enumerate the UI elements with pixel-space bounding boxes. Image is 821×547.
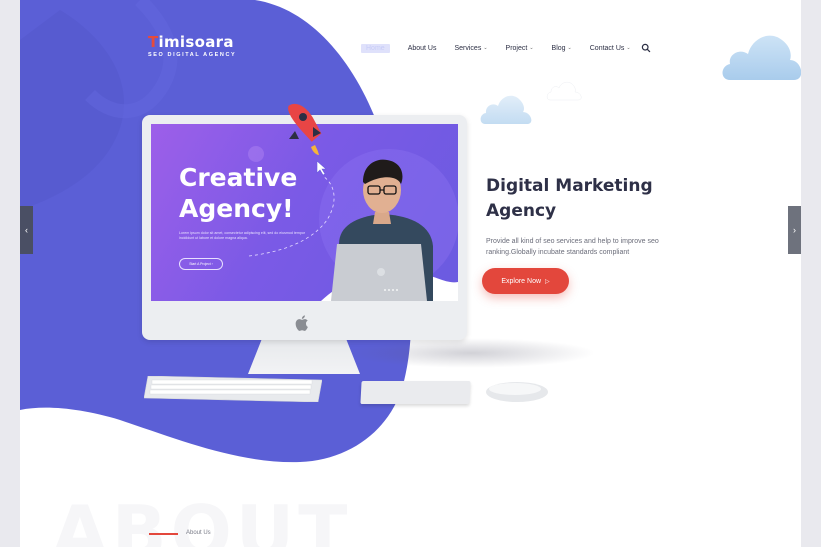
nav-label-contact: Contact Us: [589, 44, 625, 52]
explore-now-button[interactable]: Explore Now ▷: [482, 268, 569, 294]
trackpad: [360, 381, 471, 404]
nav-label-about: About Us: [407, 44, 437, 52]
nav-item-home[interactable]: Home: [361, 43, 390, 53]
apple-logo-icon: [295, 315, 308, 331]
screen-start-label: Start A Project: [189, 262, 211, 266]
screen-title-line: Creative: [179, 163, 298, 192]
cloud-decoration: [546, 81, 582, 101]
main-nav: Home About Us Services ⌄ Project ⌄ Blog ⌄ C…: [361, 43, 651, 53]
nav-item-blog[interactable]: Blog ⌄: [552, 45, 572, 52]
screen-start-button: Start A Project ›: [179, 258, 223, 270]
cloud-decoration: [722, 35, 801, 80]
chevron-left-icon: ‹: [25, 225, 28, 235]
chevron-down-icon: ⌄: [529, 45, 534, 51]
cursor-pointer-icon: [316, 160, 327, 176]
keyboard: [144, 376, 322, 402]
hero-description: Provide all kind of seo services and hel…: [486, 238, 659, 256]
brand-name: Timisoara: [148, 33, 234, 51]
nav-label-blog: Blog: [551, 44, 566, 52]
chevron-down-icon: ⌄: [626, 45, 631, 51]
mouse: [486, 382, 548, 402]
page: Timisoara SEO DIGITAL AGENCY Home About …: [20, 0, 801, 547]
nav-item-contact[interactable]: Contact Us ⌄: [590, 45, 631, 52]
hero-title: Digital Marketing Agency: [486, 174, 696, 224]
brand-tagline: SEO DIGITAL AGENCY: [148, 52, 237, 58]
screen-title-line: Agency!: [179, 194, 294, 223]
play-icon: ▷: [545, 278, 550, 285]
cloud-decoration: [480, 95, 532, 124]
brand-logo[interactable]: Timisoara SEO DIGITAL AGENCY: [148, 33, 237, 59]
screen-title: Creative Agency!: [179, 162, 329, 224]
monitor-stand: [248, 340, 360, 374]
nav-item-about[interactable]: About Us: [408, 45, 437, 52]
chevron-down-icon: ⌄: [483, 45, 488, 51]
slider-prev-button[interactable]: ‹: [20, 206, 33, 254]
search-icon[interactable]: [641, 43, 651, 53]
explore-now-label: Explore Now: [501, 277, 542, 285]
screen-slider-dots: [384, 289, 400, 291]
nav-label-project: Project: [505, 44, 528, 52]
nav-item-services[interactable]: Services ⌄: [454, 45, 487, 52]
screen-text: Lorem ipsum dolor sit amet, consectetur …: [179, 231, 306, 240]
about-watermark: ABOUT: [52, 490, 352, 547]
hero-title-line: Digital Marketing: [486, 176, 653, 196]
chevron-right-icon: ›: [793, 225, 796, 235]
rocket-icon: [288, 103, 322, 155]
hero-title-line: Agency: [486, 201, 557, 221]
nav-item-project[interactable]: Project ⌄: [506, 45, 534, 52]
slider-next-button[interactable]: ›: [788, 206, 801, 254]
about-section-label: About Us: [186, 530, 211, 536]
about-divider: [149, 533, 178, 535]
nav-label-home: Home: [366, 44, 385, 52]
monitor-shadow: [346, 338, 596, 368]
nav-label-services: Services: [454, 44, 482, 52]
chevron-down-icon: ⌄: [567, 45, 572, 51]
